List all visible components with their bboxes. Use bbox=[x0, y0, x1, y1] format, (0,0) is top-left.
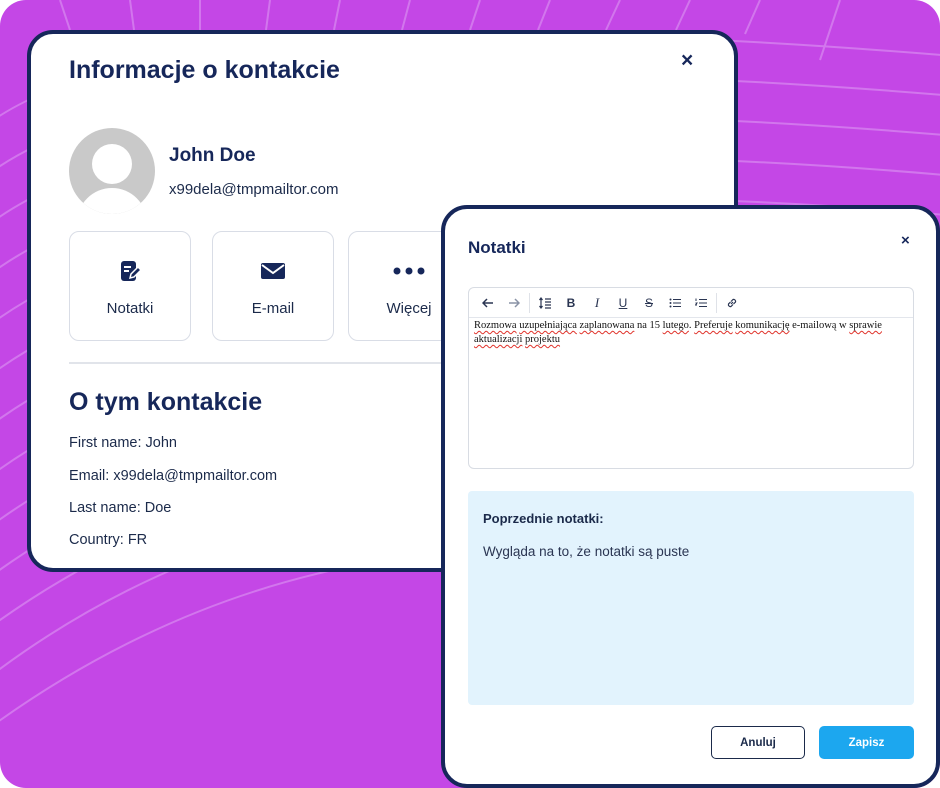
toolbar-separator bbox=[529, 292, 530, 313]
avatar-body bbox=[77, 188, 147, 214]
editor-word: Preferuje bbox=[694, 320, 733, 331]
avatar-head bbox=[92, 144, 132, 184]
previous-notes-empty-message: Wygląda na to, że notatki są puste bbox=[483, 544, 690, 559]
notes-modal: Notatki × B I U S Rozmowa uzupełniająca … bbox=[441, 205, 940, 788]
editor-word: sprawie bbox=[849, 320, 882, 331]
editor-word: na 15 bbox=[634, 320, 663, 331]
numbered-list-icon[interactable] bbox=[688, 292, 714, 314]
detail-email: Email: x99dela@tmpmailtor.com bbox=[69, 468, 278, 484]
detail-country: Country: FR bbox=[69, 532, 148, 548]
notes-modal-title: Notatki bbox=[468, 238, 526, 257]
notes-modal-close-icon[interactable]: × bbox=[901, 233, 910, 248]
email-action-button[interactable]: E-mail bbox=[212, 231, 334, 341]
email-action-label: E-mail bbox=[251, 300, 295, 317]
contact-modal-title: Informacje o kontakcie bbox=[69, 56, 340, 84]
contact-name: John Doe bbox=[169, 145, 256, 166]
save-button[interactable]: Zapisz bbox=[819, 726, 914, 759]
editor-toolbar: B I U S bbox=[469, 288, 913, 318]
cancel-button[interactable]: Anuluj bbox=[711, 726, 805, 759]
redo-icon[interactable] bbox=[501, 292, 527, 314]
editor-word: lutego bbox=[662, 320, 689, 331]
line-height-icon[interactable] bbox=[532, 292, 558, 314]
contact-modal-close-icon[interactable]: × bbox=[681, 50, 693, 71]
editor-word: aktualizacji bbox=[474, 334, 523, 345]
editor-content[interactable]: Rozmowa uzupełniająca zaplanowana na 15 … bbox=[474, 319, 891, 347]
detail-last-name: Last name: Doe bbox=[69, 500, 172, 516]
avatar bbox=[69, 128, 155, 214]
editor-word: Rozmowa bbox=[474, 320, 517, 331]
notes-editor[interactable]: B I U S Rozmowa uzupełniająca zaplanowan… bbox=[468, 287, 914, 469]
undo-icon[interactable] bbox=[475, 292, 501, 314]
editor-word: uzupełniająca bbox=[519, 320, 577, 331]
link-icon[interactable] bbox=[719, 292, 745, 314]
strikethrough-icon[interactable]: S bbox=[636, 292, 662, 314]
notes-action-label: Notatki bbox=[106, 300, 154, 317]
previous-notes-title: Poprzednie notatki: bbox=[483, 511, 604, 526]
bold-icon[interactable]: B bbox=[558, 292, 584, 314]
italic-icon[interactable]: I bbox=[584, 292, 610, 314]
toolbar-separator bbox=[716, 292, 717, 313]
previous-notes-panel: Poprzednie notatki: Wygląda na to, że no… bbox=[468, 491, 914, 705]
underline-icon[interactable]: U bbox=[610, 292, 636, 314]
editor-word: projektu bbox=[525, 334, 561, 345]
editor-word: e-mailową w bbox=[789, 320, 850, 331]
about-section-title: O tym kontakcie bbox=[69, 388, 263, 416]
detail-first-name: First name: John bbox=[69, 435, 177, 451]
notes-action-button[interactable]: Notatki bbox=[69, 231, 191, 341]
bullet-list-icon[interactable] bbox=[662, 292, 688, 314]
contact-email: x99dela@tmpmailtor.com bbox=[169, 181, 339, 198]
notes-edit-icon bbox=[70, 258, 190, 284]
envelope-icon bbox=[213, 258, 333, 284]
editor-word: komunikację bbox=[735, 320, 790, 331]
editor-word: zaplanowana bbox=[579, 320, 635, 331]
